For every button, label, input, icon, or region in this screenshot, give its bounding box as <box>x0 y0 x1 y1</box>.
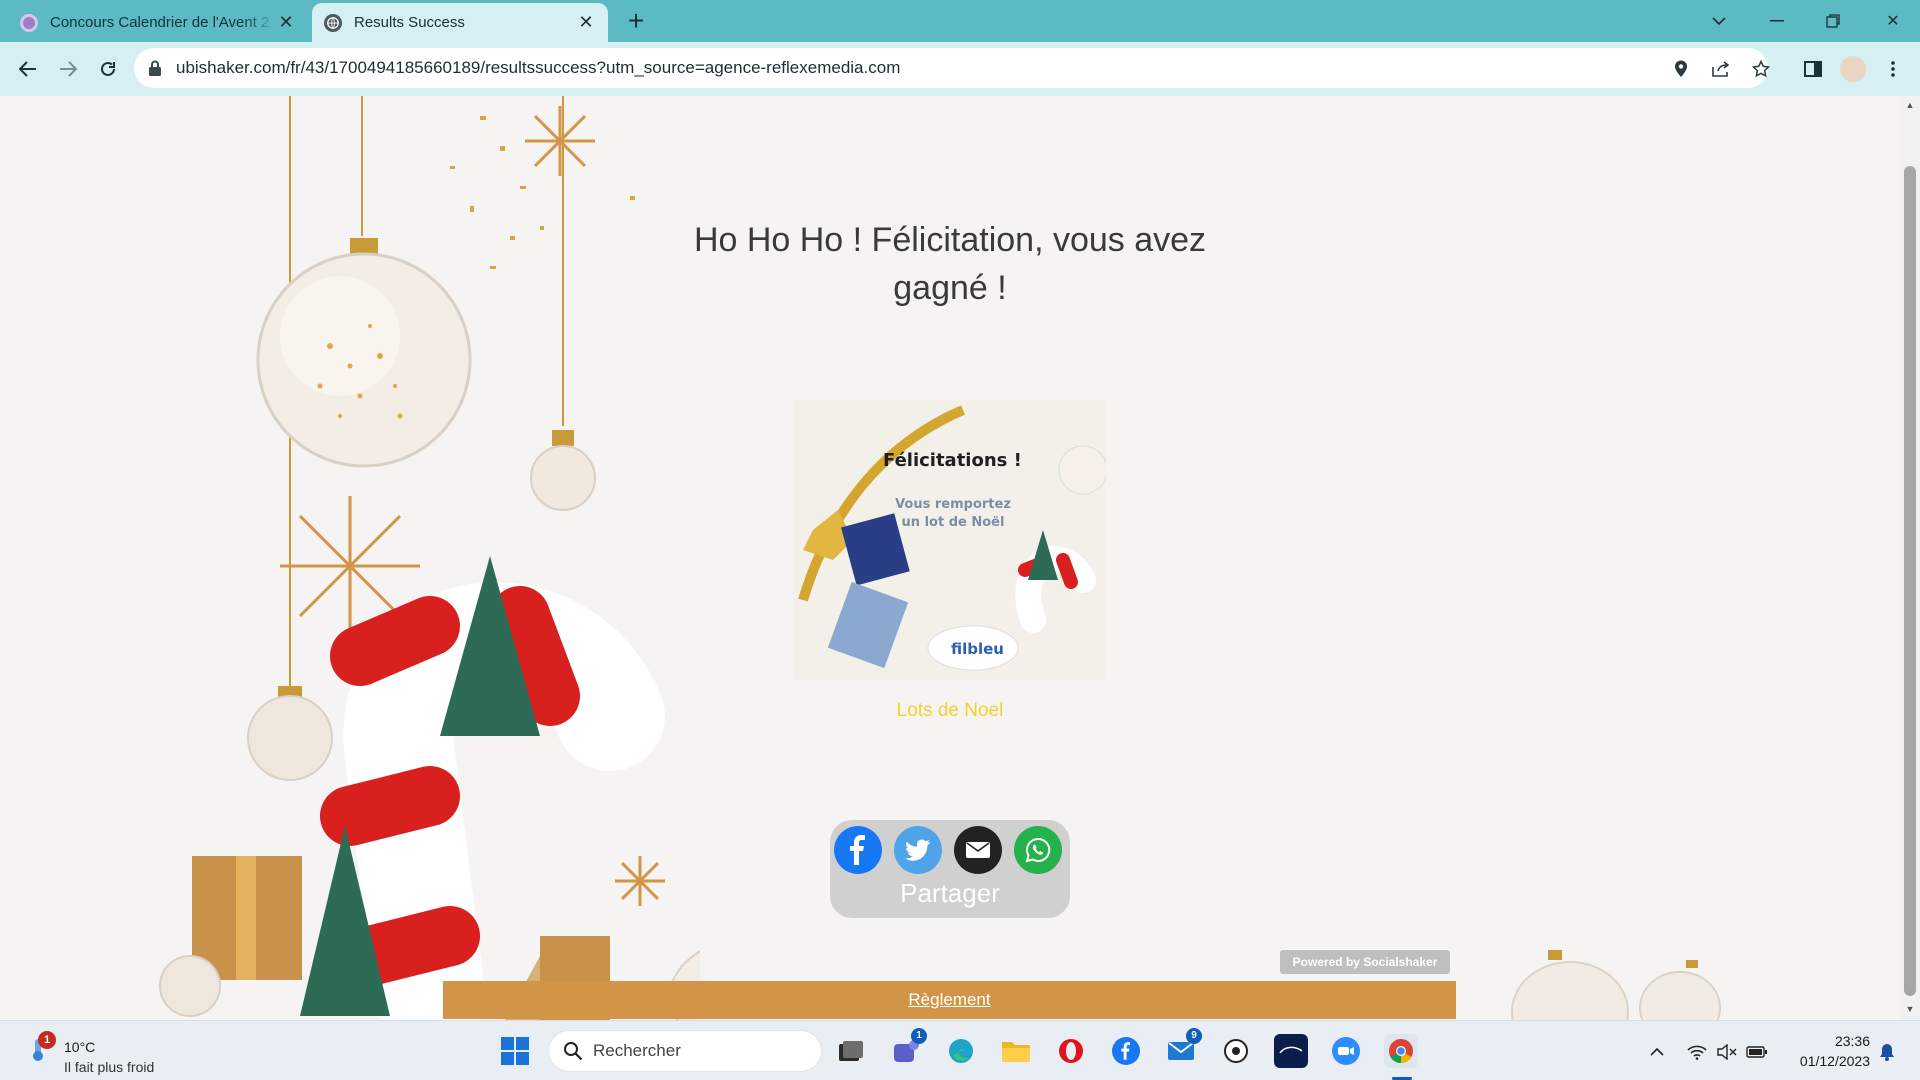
volume-muted-icon[interactable] <box>1716 1041 1738 1063</box>
zoom-icon[interactable] <box>1329 1034 1363 1068</box>
restore-icon[interactable] <box>1818 6 1848 36</box>
share-label: Partager <box>900 878 1000 908</box>
disney-plus-icon[interactable] <box>1274 1034 1308 1068</box>
tab-search-chevron-icon[interactable] <box>1704 6 1734 36</box>
scroll-down-arrow-icon[interactable]: ▼ <box>1905 1004 1915 1014</box>
menu-kebab-icon[interactable] <box>1878 54 1908 84</box>
facebook-app-icon[interactable] <box>1109 1034 1143 1068</box>
clock-date: 01/12/2023 <box>1799 1053 1870 1069</box>
prize-illustration <box>798 405 1106 671</box>
weather-temperature: 10°C <box>64 1039 96 1055</box>
mail-notification-badge: 9 <box>1186 1028 1202 1044</box>
globe-icon <box>324 13 342 32</box>
prize-image: Félicitations ! Vous remportez un lot de… <box>793 400 1106 680</box>
chevron-up-icon[interactable] <box>1646 1041 1668 1063</box>
teams-notification-badge: 1 <box>911 1028 927 1044</box>
close-window-icon[interactable]: ✕ <box>1878 6 1908 36</box>
bookmark-star-icon[interactable] <box>1750 58 1772 80</box>
powered-by-badge[interactable]: Powered by Socialshaker <box>1280 950 1450 974</box>
windows-taskbar: 1 10°C Il fait plus froid Rechercher 1 9 <box>0 1020 1920 1080</box>
email-share-button[interactable] <box>954 826 1002 874</box>
tab-concours[interactable]: Concours Calendrier de l'Avent 2 ✕ <box>8 3 308 42</box>
close-tab-icon[interactable]: ✕ <box>576 12 596 33</box>
twitter-share-button[interactable] <box>894 826 942 874</box>
address-bar[interactable]: ubishaker.com/fr/43/1700494185660189/res… <box>134 48 1770 88</box>
lock-icon[interactable] <box>148 60 162 76</box>
clock-time: 23:36 <box>1834 1033 1870 1049</box>
prize-caption: Lots de Noel <box>896 700 1004 721</box>
system-clock[interactable]: 23:36 01/12/2023 <box>1780 1031 1870 1071</box>
rules-link[interactable]: Règlement <box>908 990 990 1010</box>
battery-icon[interactable] <box>1746 1041 1768 1063</box>
scroll-up-arrow-icon[interactable]: ▲ <box>1905 100 1915 110</box>
forward-icon[interactable] <box>52 53 84 85</box>
close-tab-icon[interactable]: ✕ <box>276 12 296 33</box>
christmas-decoration-left <box>159 96 700 1020</box>
side-panel-icon[interactable] <box>1798 54 1828 84</box>
page-title: Ho Ho Ho ! Félicitation, vous avez gagné… <box>693 221 1207 307</box>
search-placeholder: Rechercher <box>593 1041 681 1060</box>
file-explorer-icon[interactable] <box>999 1034 1033 1068</box>
browser-tab-bar: Concours Calendrier de l'Avent 2 ✕ Resul… <box>0 0 1920 42</box>
weather-description: Il fait plus froid <box>64 1059 155 1075</box>
mail-icon[interactable]: 9 <box>1164 1028 1202 1068</box>
tab-favicon-icon <box>20 13 38 32</box>
browser-toolbar: ubishaker.com/fr/43/1700494185660189/res… <box>0 42 1920 96</box>
teams-icon[interactable]: 1 <box>889 1028 927 1068</box>
media-app-icon[interactable] <box>1219 1034 1253 1068</box>
task-view-icon[interactable] <box>834 1034 868 1068</box>
minimize-icon[interactable] <box>1762 6 1792 36</box>
rules-bar: Règlement <box>443 981 1456 1019</box>
profile-avatar-icon[interactable] <box>1838 54 1868 84</box>
whatsapp-share-button[interactable] <box>1014 826 1062 874</box>
whatsapp-icon <box>1025 837 1051 863</box>
wifi-icon[interactable] <box>1686 1041 1708 1063</box>
back-icon[interactable] <box>12 53 44 85</box>
weather-alert-badge: 1 <box>38 1031 56 1049</box>
url-text[interactable]: ubishaker.com/fr/43/1700494185660189/res… <box>176 58 900 78</box>
location-pin-icon[interactable] <box>1670 58 1692 80</box>
share-panel: Partager <box>830 820 1070 918</box>
page-scrollbar[interactable]: ▲ ▼ <box>1900 96 1920 1020</box>
tab-title: Results Success <box>354 14 465 31</box>
tab-results-success[interactable]: Results Success ✕ <box>312 3 608 42</box>
facebook-icon <box>834 826 882 874</box>
prize-image-subtitle: Vous remportez un lot de Noël <box>895 497 1011 530</box>
scrollbar-thumb[interactable] <box>1904 166 1916 996</box>
prize-image-brand: filbleu <box>951 640 1004 658</box>
twitter-icon <box>905 839 930 861</box>
opera-icon[interactable] <box>1054 1034 1088 1068</box>
windows-start-icon[interactable] <box>500 1036 530 1066</box>
facebook-share-button[interactable] <box>834 826 882 874</box>
taskbar-search[interactable]: Rechercher <box>548 1030 822 1072</box>
reload-icon[interactable] <box>92 53 124 85</box>
christmas-decoration-right <box>1511 950 1721 1020</box>
prize-image-title: Félicitations ! <box>883 450 1022 471</box>
weather-widget[interactable]: 1 10°C Il fait plus froid <box>22 1029 222 1075</box>
chrome-icon[interactable] <box>1384 1034 1418 1068</box>
search-icon <box>564 1042 583 1061</box>
page-content: Ho Ho Ho ! Félicitation, vous avez gagné… <box>0 96 1900 1020</box>
email-icon <box>966 842 990 858</box>
share-page-icon[interactable] <box>1710 58 1732 80</box>
edge-icon[interactable] <box>944 1034 978 1068</box>
tab-title: Concours Calendrier de l'Avent 2 <box>50 14 270 31</box>
notification-bell-icon[interactable] <box>1876 1041 1898 1063</box>
new-tab-button[interactable]: + <box>622 7 650 36</box>
